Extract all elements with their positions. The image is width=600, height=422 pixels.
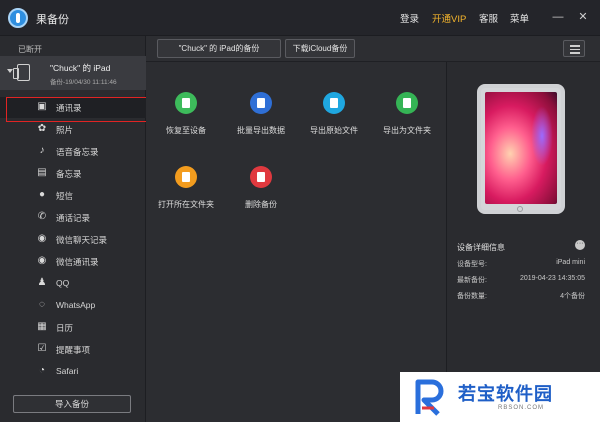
toolbar: "Chuck" 的 iPad的备份 下载iCloud备份 [146,36,600,62]
info-row-latest-backup: 最新备份: 2019-04-23 14:35:05 [457,275,585,287]
folder-export-icon [396,92,418,114]
info-value: 2019-04-23 14:35:05 [520,275,585,282]
title-bar: 果备份 登录 开通VIP 客服 菜单 — ✕ [0,0,600,36]
action-label: 恢复至设备 [166,126,206,135]
list-menu-icon[interactable] [563,40,585,57]
backup-tab[interactable]: "Chuck" 的 iPad的备份 [157,39,281,58]
sidebar-item-wechat-contacts[interactable]: ◉ 微信通讯录 [0,251,146,272]
wechat-icon: ◉ [37,233,47,244]
download-icloud-button[interactable]: 下载iCloud备份 [285,39,355,58]
sidebar-item-wechat-chats[interactable]: ◉ 微信聊天记录 [0,229,146,250]
sidebar-item-label: 短信 [56,191,74,201]
menu-link[interactable]: 菜单 [510,11,529,25]
sidebar-item-label: QQ [56,278,70,288]
sidebar-item-call-history[interactable]: ✆ 通话记录 [0,207,146,228]
sidebar-item-calendar[interactable]: ▦ 日历 [0,317,146,338]
sidebar-item-label: 通话记录 [56,213,91,223]
info-row-model: 设备型号: iPad mini [457,259,585,271]
sidebar-item-label: 微信聊天记录 [56,235,108,245]
restore-to-device-button[interactable]: 恢复至设备 [151,92,221,136]
sidebar-item-label: 语音备忘录 [56,147,99,157]
sidebar-item-safari[interactable]: ◔ Safari [0,361,146,382]
login-link[interactable]: 登录 [400,11,419,25]
device-card[interactable]: "Chuck" 的 iPad 备份-19/04/30 11:11:46 [0,56,146,90]
phone-icon: ✆ [37,211,47,222]
watermark-text: 若宝软件园 [458,384,553,404]
sidebar-item-messages[interactable]: ● 短信 [0,185,146,206]
sidebar-item-label: Safari [56,366,79,376]
info-key: 最新备份: [457,277,487,284]
download-icon [323,92,345,114]
device-backup-time: 备份-19/04/30 11:11:46 [50,79,117,86]
info-key: 备份数量: [457,293,487,300]
reminders-icon: ☑ [37,343,47,354]
message-icon: ● [38,189,46,200]
close-icon[interactable]: ✕ [576,10,590,24]
photos-icon: ✿ [37,123,47,134]
connection-status: 已断开 [18,45,42,54]
sidebar-item-voice-memos[interactable]: ♪ 语音备忘录 [0,141,146,162]
export-icon [250,92,272,114]
main-panel: "Chuck" 的 iPad的备份 下载iCloud备份 恢复至设备 批量导出数… [146,36,600,422]
sidebar-item-label: 提醒事项 [56,345,91,355]
qq-icon: ♟ [37,277,47,288]
export-to-folder-button[interactable]: 导出为文件夹 [372,92,442,136]
device-info-title: 设备详细信息 [457,243,505,252]
notes-icon: ▤ [37,167,47,178]
watermark-subtext: RBSON.COM [498,405,545,411]
info-value: iPad mini [556,259,585,266]
import-backup-button[interactable]: 导入备份 [13,395,131,413]
service-link[interactable]: 客服 [479,11,498,25]
sidebar-item-label: 日历 [56,323,74,333]
sidebar-item-label: 微信通讯录 [56,257,99,267]
action-label: 导出原始文件 [310,126,358,135]
sidebar: 已断开 "Chuck" 的 iPad 备份-19/04/30 11:11:46 … [0,36,148,422]
sidebar-item-label: 照片 [56,125,74,135]
watermark: 若宝软件园 RBSON.COM [400,372,600,422]
info-key: 设备型号: [457,261,487,268]
info-value: 4个备份 [560,293,585,300]
batch-export-button[interactable]: 批量导出数据 [226,92,296,136]
ipad-image [477,84,565,214]
folder-icon [175,166,197,188]
contacts-icon: ▣ [37,101,47,112]
sidebar-item-whatsapp[interactable]: ◌ WhatsApp [0,295,146,316]
app-title: 果备份 [36,14,69,26]
app-logo-icon [8,8,28,28]
safari-icon: ◔ [38,365,46,376]
action-label: 删除备份 [245,200,277,209]
info-row-backup-count: 备份数量: 4个备份 [457,291,585,303]
minimize-icon[interactable]: — [551,10,565,24]
phone-restore-icon [175,92,197,114]
vip-link[interactable]: 开通VIP [432,11,466,25]
device-name: "Chuck" 的 iPad [50,63,111,73]
wechat-contacts-icon: ◉ [37,255,47,266]
device-details-panel: 设备详细信息 ··· 设备型号: iPad mini 最新备份: 2019-04… [446,62,600,422]
delete-backup-button[interactable]: 删除备份 [226,166,296,210]
sidebar-item-label: 通讯录 [56,103,82,113]
action-label: 批量导出数据 [237,126,285,135]
ipad-wallpaper [485,92,557,204]
tablet-icon [13,64,30,81]
open-folder-button[interactable]: 打开所在文件夹 [151,166,221,210]
whatsapp-icon: ◌ [39,299,45,310]
watermark-logo-icon [415,379,444,416]
more-icon[interactable]: ··· [575,240,585,250]
sidebar-item-notes[interactable]: ▤ 备忘录 [0,163,146,184]
sidebar-item-reminders[interactable]: ☑ 提醒事项 [0,339,146,360]
action-label: 打开所在文件夹 [158,200,214,209]
sidebar-item-qq[interactable]: ♟ QQ [0,273,146,294]
sidebar-item-photos[interactable]: ✿ 照片 [0,119,146,140]
calendar-icon: ▦ [37,321,47,332]
microphone-icon: ♪ [39,145,45,156]
trash-icon [250,166,272,188]
sidebar-item-label: 备忘录 [56,169,82,179]
home-button-icon [517,206,523,212]
export-raw-files-button[interactable]: 导出原始文件 [299,92,369,136]
action-label: 导出为文件夹 [383,126,431,135]
sidebar-item-label: WhatsApp [56,300,96,310]
sidebar-item-contacts[interactable]: ▣ 通讯录 [0,97,148,122]
